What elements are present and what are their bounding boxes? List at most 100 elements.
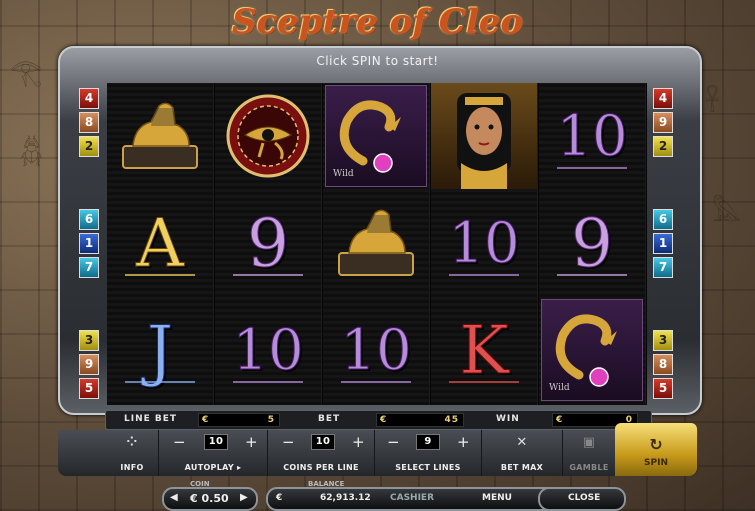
symbol-A: A xyxy=(107,190,213,296)
bet-currency: € xyxy=(380,415,388,425)
gamble-button[interactable]: ▣ GAMBLE xyxy=(563,430,616,476)
bet-info-bar: LINE BET € 5 BET € 45 WIN € 0 xyxy=(105,410,652,430)
close-button[interactable]: CLOSE xyxy=(538,487,626,511)
sphinx-symbol xyxy=(323,190,429,296)
symbol-9: 9 xyxy=(539,190,645,296)
payline-badge-2[interactable]: 2 xyxy=(653,136,673,157)
coins-per-line-control: − 10 + COINS PER LINE xyxy=(268,430,375,476)
coin-prev-button[interactable]: ◀ xyxy=(170,492,178,503)
reels-area[interactable]: A J 9 10 Wild 10 10 K 10 9 Wild xyxy=(107,83,647,405)
payline-badge-6[interactable]: 6 xyxy=(653,209,673,230)
info-label: INFO xyxy=(120,463,144,472)
payline-badge-8[interactable]: 8 xyxy=(79,112,99,133)
win-currency: € xyxy=(556,415,564,425)
cashier-button[interactable]: CASHIER xyxy=(390,493,434,503)
payline-badge-6[interactable]: 6 xyxy=(79,209,99,230)
hieroglyph-decoration: 𓋹 xyxy=(705,88,720,118)
payline-badge-1[interactable]: 1 xyxy=(653,233,673,254)
eye-of-horus-symbol xyxy=(215,83,321,189)
coin-value: € 0.50 xyxy=(190,492,229,505)
autoplay-minus-button[interactable]: − xyxy=(173,433,186,451)
game-title: Sceptre of Cleo xyxy=(231,2,524,42)
coin-label: COIN xyxy=(190,480,210,488)
symbol-10: 10 xyxy=(323,297,429,403)
bet-max-button[interactable]: ✕ BET MAX xyxy=(482,430,563,476)
payline-badge-5[interactable]: 5 xyxy=(653,378,673,399)
line-bet-label: LINE BET xyxy=(124,414,178,424)
payline-badge-8[interactable]: 8 xyxy=(653,354,673,375)
coin-next-button[interactable]: ▶ xyxy=(240,492,248,503)
info-icon: ⁘ xyxy=(126,435,138,450)
lines-plus-button[interactable]: + xyxy=(457,433,470,451)
line-bet-currency: € xyxy=(202,415,210,425)
close-label: CLOSE xyxy=(568,493,601,503)
symbol-10: 10 xyxy=(539,83,645,189)
win-label: WIN xyxy=(496,414,520,424)
balance-currency: € xyxy=(276,493,283,503)
coins-plus-button[interactable]: + xyxy=(352,433,365,451)
coin-selector: ◀ COIN € 0.50 ▶ xyxy=(162,480,258,511)
wild-label: Wild xyxy=(549,383,570,393)
payline-badge-7[interactable]: 7 xyxy=(79,257,99,278)
control-bar: ⁘ INFO − 10 + AUTOPLAY ▸ − 10 + COINS PE… xyxy=(58,430,698,476)
coins-per-line-label: COINS PER LINE xyxy=(283,463,359,472)
bet-label: BET xyxy=(318,414,341,424)
payline-badge-3[interactable]: 3 xyxy=(653,330,673,351)
coins-value: 10 xyxy=(311,434,335,450)
autoplay-button[interactable]: AUTOPLAY ▸ xyxy=(159,463,267,472)
select-lines-control: − 9 + SELECT LINES xyxy=(375,430,482,476)
wild-sceptre-symbol: Wild xyxy=(323,83,429,189)
symbol-K: K xyxy=(431,297,537,403)
reel-3: Wild 10 xyxy=(323,83,430,405)
payline-badge-2[interactable]: 2 xyxy=(79,136,99,157)
payline-badge-4[interactable]: 4 xyxy=(79,88,99,109)
gamble-label: GAMBLE xyxy=(569,463,609,472)
autoplay-value: 10 xyxy=(204,434,228,450)
select-lines-label: SELECT LINES xyxy=(395,463,461,472)
info-button[interactable]: ⁘ INFO xyxy=(106,430,159,476)
wild-label: Wild xyxy=(333,169,354,179)
cleopatra-symbol xyxy=(431,83,537,189)
payline-badge-5[interactable]: 5 xyxy=(79,378,99,399)
hieroglyph-decoration: 𓅓 xyxy=(712,198,742,228)
spin-label: SPIN xyxy=(644,458,668,468)
left-payline-indicators: 4 8 2 6 1 7 3 9 5 xyxy=(79,88,99,402)
balance-value: 62,913.12 xyxy=(320,493,371,503)
cards-icon: ▣ xyxy=(582,435,596,450)
payline-badge-7[interactable]: 7 xyxy=(653,257,673,278)
hieroglyph-decoration: 𓆣 xyxy=(20,138,44,168)
status-message: Click SPIN to start! xyxy=(316,54,439,68)
balance-label: BALANCE xyxy=(308,480,345,488)
autoplay-control: − 10 + AUTOPLAY ▸ xyxy=(159,430,268,476)
bet-max-icon: ✕ xyxy=(516,435,528,450)
autoplay-plus-button[interactable]: + xyxy=(245,433,258,451)
reel-1: AJ xyxy=(107,83,214,405)
bet-max-label: BET MAX xyxy=(500,463,544,472)
coins-minus-button[interactable]: − xyxy=(282,433,295,451)
lines-value: 9 xyxy=(416,434,440,450)
symbol-J: J xyxy=(107,297,213,403)
sphinx-symbol xyxy=(107,83,213,189)
right-payline-indicators: 4 9 2 6 1 7 3 8 5 xyxy=(653,88,673,402)
payline-badge-1[interactable]: 1 xyxy=(79,233,99,254)
lines-minus-button[interactable]: − xyxy=(387,433,400,451)
symbol-10: 10 xyxy=(431,190,537,296)
reel-2: 9 10 xyxy=(215,83,322,405)
bet-display: € 45 xyxy=(376,413,464,427)
payline-badge-4[interactable]: 4 xyxy=(653,88,673,109)
symbol-9: 9 xyxy=(215,190,321,296)
wild-sceptre-symbol: Wild xyxy=(539,297,645,403)
payline-badge-3[interactable]: 3 xyxy=(79,330,99,351)
reel-4: 10 K xyxy=(431,83,538,405)
bottom-bar: ◀ COIN € 0.50 ▶ € BALANCE 62,913.12 CASH… xyxy=(160,480,626,511)
payline-badge-9[interactable]: 9 xyxy=(79,354,99,375)
spin-icon: ↻ xyxy=(649,435,663,454)
bet-value: 45 xyxy=(444,415,459,425)
menu-button[interactable]: MENU xyxy=(482,493,512,503)
payline-badge-9[interactable]: 9 xyxy=(653,112,673,133)
symbol-10: 10 xyxy=(215,297,321,403)
line-bet-display: € 5 xyxy=(198,413,280,427)
spin-button[interactable]: ↻ SPIN xyxy=(615,423,697,476)
reel-5: 10 9 Wild xyxy=(539,83,646,405)
line-bet-value: 5 xyxy=(267,415,275,425)
